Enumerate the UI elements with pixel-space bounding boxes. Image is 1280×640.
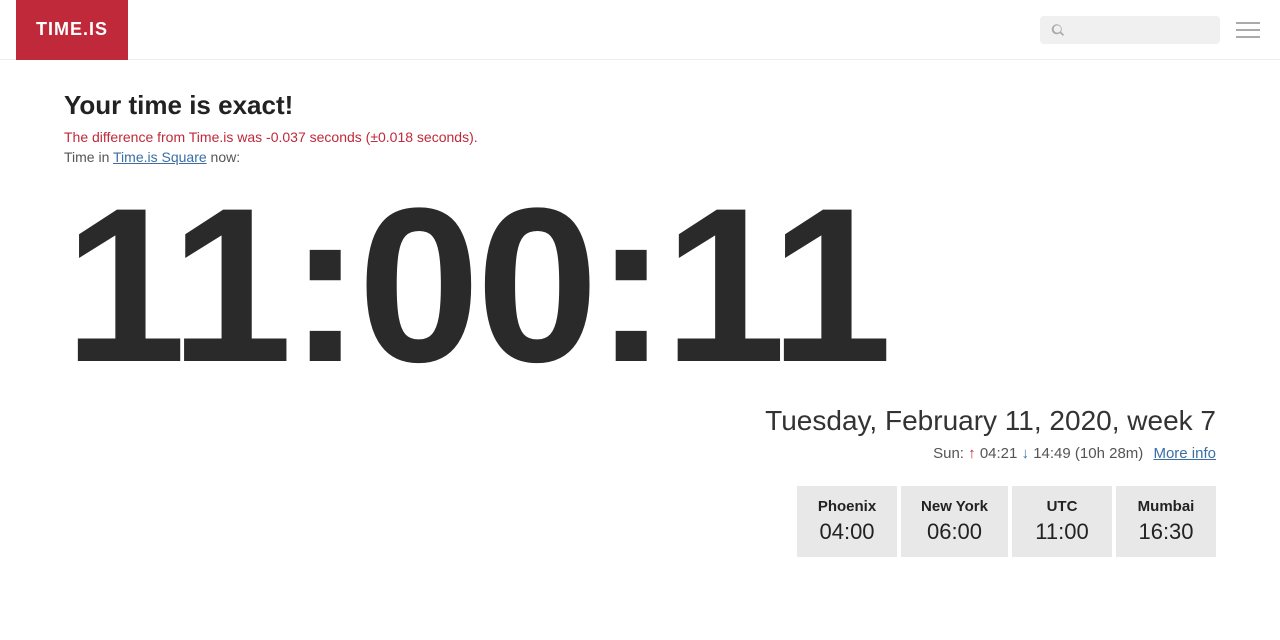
clock-display: 11:00:11 [64, 175, 1216, 395]
sun-duration: (10h 28m) [1075, 445, 1143, 462]
clock-card-time: 04:00 [817, 519, 877, 545]
header-right [1040, 16, 1264, 44]
sunrise-arrow: ↑ [968, 445, 980, 462]
search-icon [1050, 22, 1066, 38]
logo[interactable]: TIME.IS [16, 0, 128, 60]
search-box[interactable] [1040, 16, 1220, 44]
search-input[interactable] [1072, 22, 1210, 38]
header: TIME.IS [0, 0, 1280, 60]
main-content: Your time is exact! The difference from … [0, 60, 1280, 597]
clock-card[interactable]: Mumbai 16:30 [1116, 486, 1216, 557]
sunset-arrow: ↓ [1022, 445, 1034, 462]
clock-card[interactable]: New York 06:00 [901, 486, 1008, 557]
clock-card[interactable]: UTC 11:00 [1012, 486, 1112, 557]
sun-row: Sun: ↑ 04:21 ↓ 14:49 (10h 28m) More info [64, 445, 1216, 462]
clock-card-time: 16:30 [1136, 519, 1196, 545]
hamburger-menu[interactable] [1232, 18, 1264, 42]
hamburger-line-1 [1236, 22, 1260, 24]
world-clocks: Phoenix 04:00 New York 06:00 UTC 11:00 M… [64, 486, 1216, 557]
clock-card-time: 11:00 [1032, 519, 1092, 545]
sunset-time: 14:49 [1033, 445, 1071, 462]
clock-card-city: New York [921, 498, 988, 515]
exact-title: Your time is exact! [64, 90, 1216, 121]
clock-card-city: Mumbai [1136, 498, 1196, 515]
clock-card-time: 06:00 [921, 519, 988, 545]
hamburger-line-2 [1236, 29, 1260, 31]
clock-card-city: UTC [1032, 498, 1092, 515]
hamburger-line-3 [1236, 36, 1260, 38]
clock-card-city: Phoenix [817, 498, 877, 515]
more-info-link[interactable]: More info [1153, 445, 1216, 462]
logo-text: TIME.IS [36, 19, 108, 40]
sun-label: Sun: [933, 445, 964, 462]
diff-text: The difference from Time.is was -0.037 s… [64, 129, 1216, 145]
clock-card[interactable]: Phoenix 04:00 [797, 486, 897, 557]
date-row: Tuesday, February 11, 2020, week 7 [64, 405, 1216, 437]
sunrise-time: 04:21 [980, 445, 1018, 462]
